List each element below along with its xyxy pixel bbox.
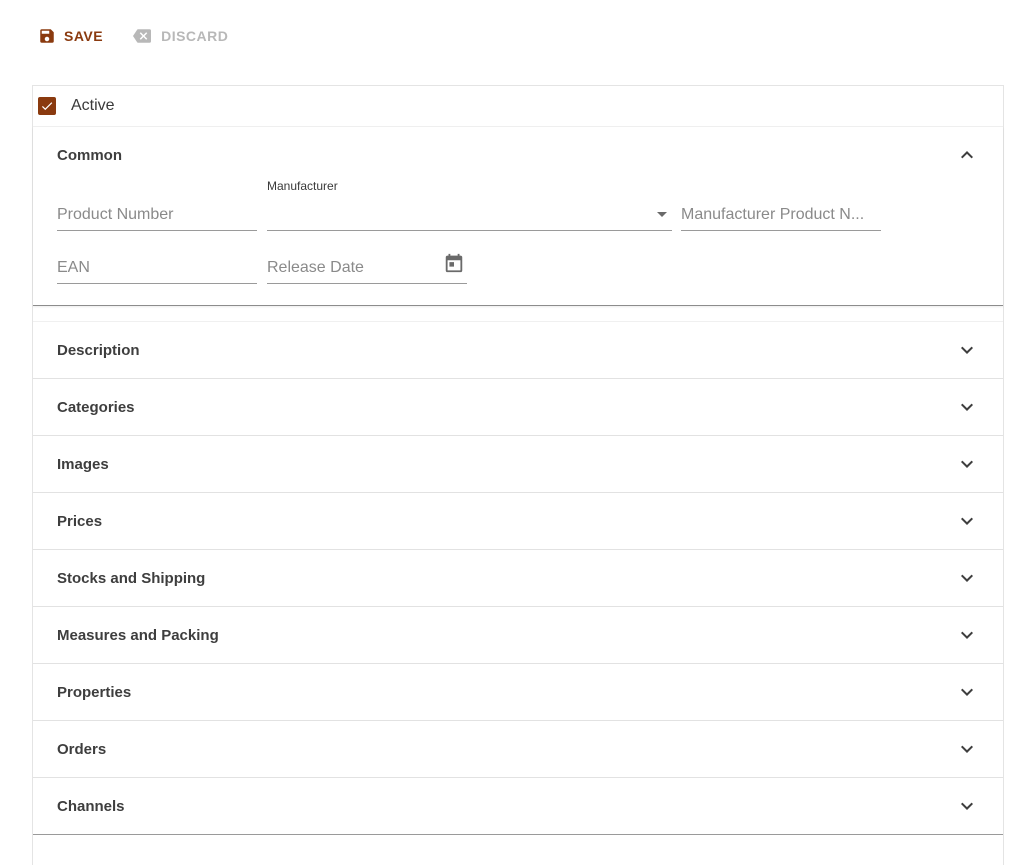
discard-button[interactable]: DISCARD [125, 27, 234, 45]
section-prices: Prices [33, 493, 1003, 550]
manufacturer-product-number-placeholder: Manufacturer Product N... [681, 206, 865, 223]
section-categories-title: Categories [57, 398, 135, 416]
chevron-down-icon [955, 794, 979, 818]
release-date-field[interactable]: Release Date [267, 253, 467, 284]
section-stocks-and-shipping-title: Stocks and Shipping [57, 569, 206, 587]
product-number-field[interactable]: Product Number [57, 206, 257, 231]
chevron-down-icon [955, 395, 979, 419]
chevron-down-icon [955, 737, 979, 761]
save-icon [38, 27, 56, 45]
manufacturer-label: Manufacturer [267, 179, 338, 193]
calendar-icon[interactable] [443, 252, 465, 279]
discard-label: DISCARD [161, 28, 229, 44]
section-properties-header[interactable]: Properties [33, 664, 1003, 720]
section-images-header[interactable]: Images [33, 436, 1003, 492]
save-label: SAVE [64, 28, 104, 44]
section-orders: Orders [33, 721, 1003, 778]
release-date-placeholder: Release Date [267, 259, 364, 276]
manufacturer-product-number-field[interactable]: Manufacturer Product N... [681, 206, 881, 231]
chevron-down-icon [955, 623, 979, 647]
section-categories-header[interactable]: Categories [33, 379, 1003, 435]
section-orders-header[interactable]: Orders [33, 721, 1003, 777]
section-measures-and-packing-title: Measures and Packing [57, 626, 219, 644]
section-prices-title: Prices [57, 512, 103, 530]
section-description: Description [33, 322, 1003, 379]
manufacturer-select[interactable]: Manufacturer [267, 179, 672, 231]
section-prices-header[interactable]: Prices [33, 493, 1003, 549]
chevron-up-icon [955, 143, 979, 167]
active-label: Active [71, 97, 115, 114]
section-measures-and-packing: Measures and Packing [33, 607, 1003, 664]
section-stocks-and-shipping: Stocks and Shipping [33, 550, 1003, 607]
section-list: Description Categories Images Prices Stocks … [33, 322, 1003, 835]
section-properties-title: Properties [57, 683, 132, 701]
chevron-down-icon [955, 452, 979, 476]
section-orders-title: Orders [57, 740, 107, 758]
section-description-header[interactable]: Description [33, 322, 1003, 378]
chevron-down-icon [955, 509, 979, 533]
dropdown-arrow-icon [656, 206, 668, 224]
section-channels: Channels [33, 778, 1003, 835]
section-description-title: Description [57, 341, 140, 359]
section-properties: Properties [33, 664, 1003, 721]
section-channels-title: Channels [57, 797, 125, 815]
section-common-title: Common [57, 146, 122, 164]
section-common-header[interactable]: Common [33, 127, 1003, 183]
toolbar: SAVE DISCARD [32, 22, 250, 50]
ean-field[interactable]: EAN [57, 259, 257, 284]
section-measures-and-packing-header[interactable]: Measures and Packing [33, 607, 1003, 663]
check-icon [41, 102, 53, 111]
active-row: Active [33, 86, 1003, 127]
chevron-down-icon [955, 566, 979, 590]
section-images-title: Images [57, 455, 109, 473]
section-gap [33, 306, 1003, 322]
active-checkbox[interactable] [38, 97, 56, 115]
section-common: Common Product Number Manufacturer Manuf… [33, 127, 1003, 306]
section-images: Images [33, 436, 1003, 493]
product-form-panel: Active Common Product Number Manufacture… [32, 85, 1004, 865]
chevron-down-icon [955, 338, 979, 362]
section-categories: Categories [33, 379, 1003, 436]
save-button[interactable]: SAVE [32, 27, 109, 45]
backspace-icon [131, 27, 153, 45]
ean-placeholder: EAN [57, 259, 90, 276]
chevron-down-icon [955, 680, 979, 704]
product-number-placeholder: Product Number [57, 206, 174, 223]
section-channels-header[interactable]: Channels [33, 778, 1003, 834]
section-stocks-and-shipping-header[interactable]: Stocks and Shipping [33, 550, 1003, 606]
